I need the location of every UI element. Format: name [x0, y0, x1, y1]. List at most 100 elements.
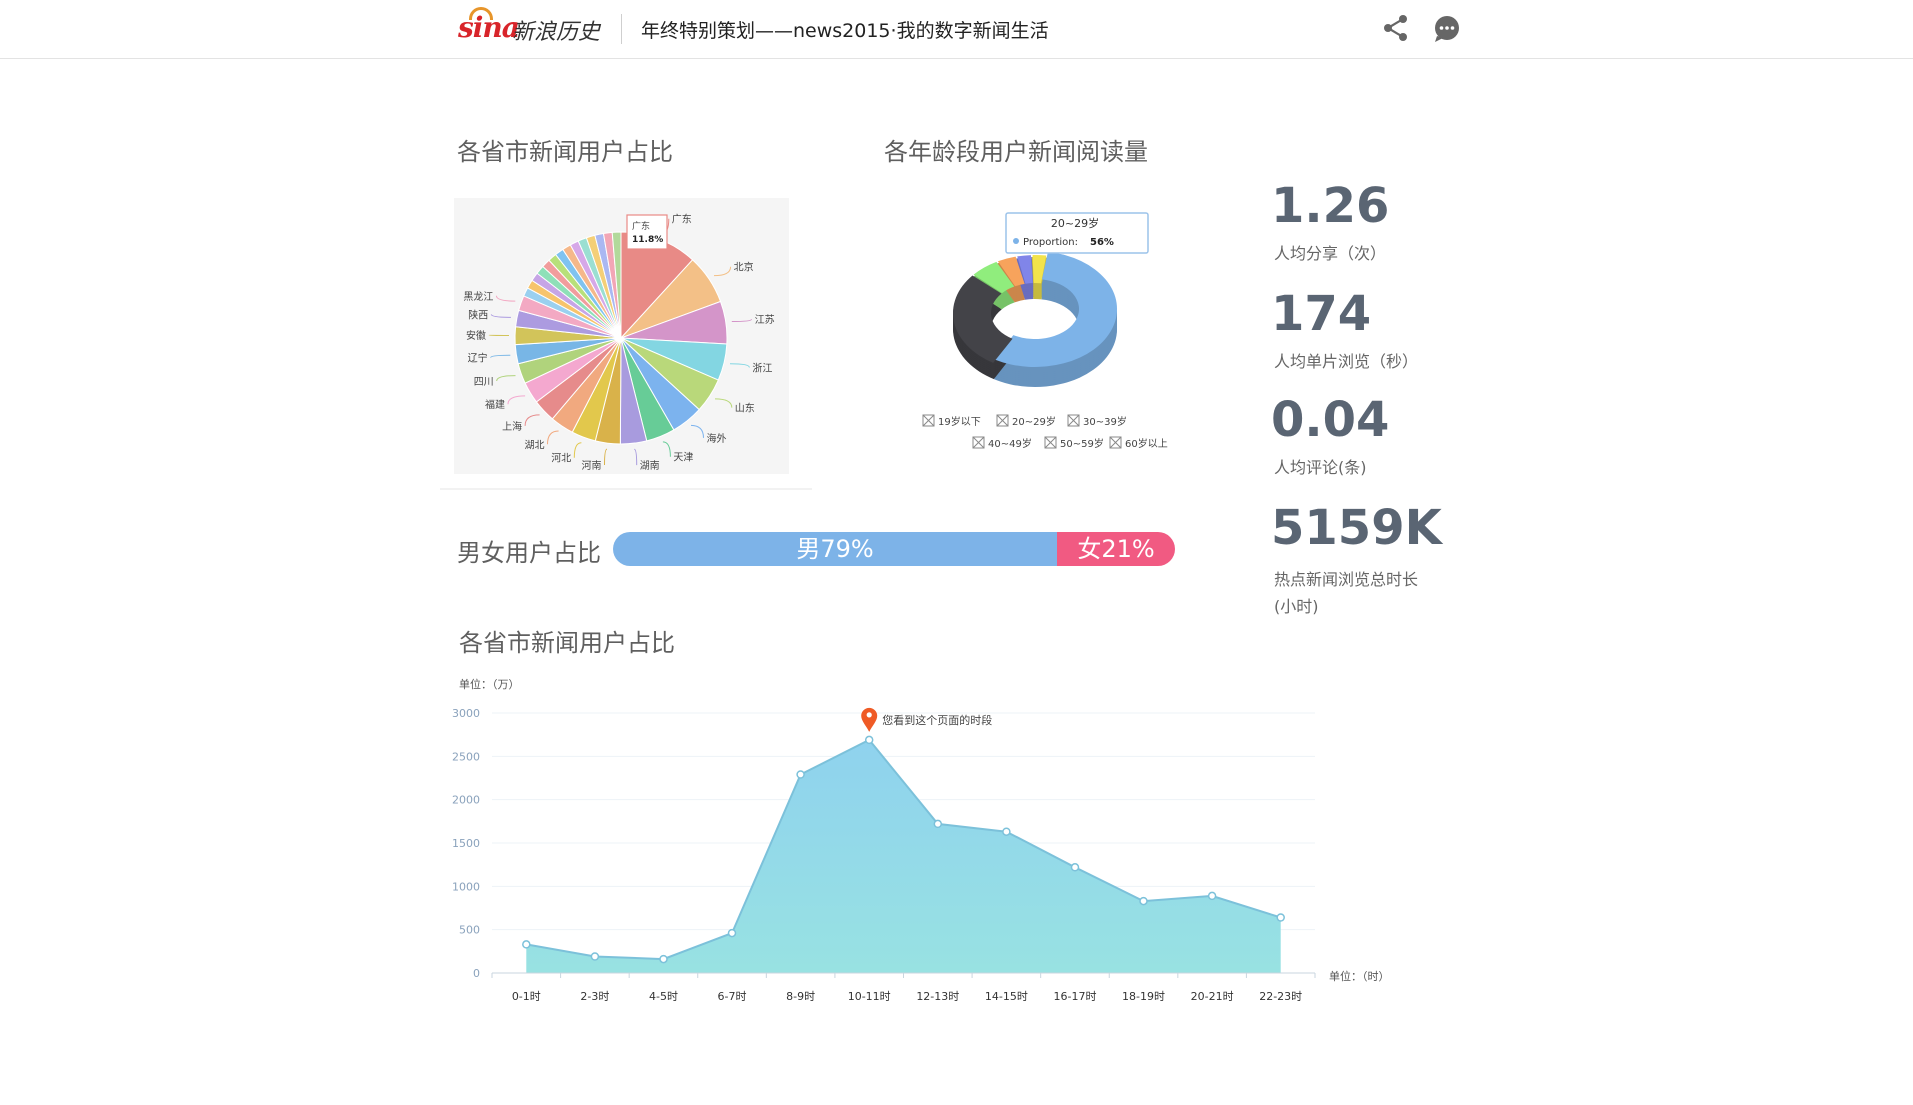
age-donut-title: 各年龄段用户新闻阅读量 [884, 138, 1148, 166]
pie-tooltip-name: 广东 [632, 220, 650, 232]
share-button[interactable] [1382, 14, 1410, 42]
donut-tooltip-series: Proportion: [1023, 237, 1078, 248]
pie-leader-line [507, 395, 526, 405]
province-pie-panel: 广东 北京 江苏 浙江 山东 海外 天津 湖南 河南 河北 湖北 上海 福建 四川 辽宁 安徽 陕西 黑龙江 广东 1… [454, 198, 789, 474]
data-point[interactable] [1139, 896, 1148, 906]
x-tick-label: 8-9时 [786, 990, 815, 1003]
pie-leader-line [496, 375, 516, 382]
data-point[interactable] [933, 819, 943, 829]
x-tick-label: 10-11时 [848, 990, 891, 1003]
y-tick-label: 2000 [452, 794, 480, 807]
donut-tooltip-value: 56% [1090, 237, 1114, 248]
x-tick-label: 14-15时 [985, 990, 1028, 1003]
x-tick-label: 0-1时 [512, 990, 541, 1003]
y-tick-label: 0 [473, 967, 480, 980]
hourly-area-chart: 0 500 1000 1500 2000 2500 3000 单位：（万） 0-1时 2-3时 4-… [452, 677, 1390, 1003]
x-axis-label: 单位：（时） [1329, 969, 1390, 983]
gender-female-segment: 女21% [1057, 532, 1175, 566]
pie-leader-line [729, 363, 750, 368]
x-tick-label: 6-7时 [718, 990, 747, 1003]
donut-legend-label[interactable]: 30~39岁 [1083, 415, 1127, 428]
pie-label: 福建 [485, 398, 505, 411]
hourly-title: 各省市新闻用户占比 [459, 629, 675, 657]
pie-label: 安徽 [466, 329, 486, 342]
x-tick-label: 4-5时 [649, 990, 678, 1003]
pie-label: 江苏 [755, 313, 775, 326]
pie-leader-line [690, 424, 704, 438]
pie-leader-line [490, 314, 511, 318]
top-bar: sina 新浪历史 年终特别策划——news2015·我的数字新闻生活 [0, 0, 1913, 59]
data-point[interactable] [590, 952, 600, 961]
sina-logo[interactable]: sina 新浪历史 [458, 7, 628, 48]
donut-legend-label[interactable]: 50~59岁 [1060, 437, 1104, 450]
pie-label: 湖北 [525, 439, 545, 451]
data-point[interactable] [1207, 891, 1217, 901]
stat-share-value: 1.26 [1271, 178, 1390, 234]
pie-leader-line [604, 448, 608, 466]
stat-duration-value: 5159K [1271, 500, 1442, 556]
gender-bar: 男79% 女21% [613, 532, 1175, 566]
donut-tooltip: 20~29岁 Proportion: 56% [1005, 212, 1149, 254]
pie-tooltip-value: 11.8% [632, 235, 663, 245]
data-point[interactable] [864, 735, 874, 745]
y-tick-label: 2500 [452, 750, 480, 763]
data-point[interactable] [1070, 863, 1080, 872]
pie-leader-line [490, 354, 511, 358]
pie-label: 河南 [582, 459, 602, 472]
logo-mark: sina [458, 11, 520, 44]
pie-label: 海外 [707, 432, 727, 445]
logo-text: 新浪历史 [512, 20, 601, 45]
data-point[interactable] [522, 940, 531, 949]
pie-label: 浙江 [752, 363, 772, 375]
header-divider [621, 14, 622, 44]
data-point[interactable] [1276, 913, 1285, 922]
pie-label: 山东 [735, 402, 755, 415]
comment-icon [1435, 16, 1459, 42]
share-icon [1384, 15, 1407, 41]
donut-legend-label[interactable]: 20~29岁 [1012, 415, 1056, 428]
data-point[interactable] [727, 928, 737, 938]
pie-label: 上海 [502, 420, 522, 433]
pie-label: 辽宁 [468, 352, 488, 365]
donut-legend-label[interactable]: 40~49岁 [988, 437, 1032, 450]
pie-tooltip: 广东 11.8% [626, 214, 668, 250]
pie-leader-line [731, 318, 753, 322]
pie-leader-line [714, 398, 733, 408]
pie-label: 四川 [474, 377, 494, 388]
age-donut-chart: 20~29岁 Proportion: 56% 19岁以下 20~29岁 30~39岁 40… [922, 212, 1168, 450]
province-pie-chart: 广东北京江苏浙江山东海外天津湖南 河南河北湖北上海 福建 四川 辽宁 安徽 陕西 黑龙江 广东 1… [463, 213, 775, 472]
stat-view-value: 174 [1271, 286, 1372, 342]
pie-leader-line [713, 266, 732, 277]
location-pin-icon [861, 707, 878, 732]
pie-leader-line [573, 442, 582, 458]
x-tick-label: 16-17时 [1054, 990, 1097, 1003]
stat-comment-value: 0.04 [1271, 392, 1390, 448]
comment-button[interactable] [1432, 14, 1462, 44]
stat-duration-label: 热点新闻浏览总时长 [1274, 570, 1419, 589]
gender-title: 男女用户占比 [457, 539, 601, 567]
y-tick-label: 3000 [452, 707, 480, 720]
stat-duration-unit: (小时) [1274, 597, 1319, 616]
pie-label: 陕西 [468, 308, 488, 321]
x-tick-label: 20-21时 [1191, 990, 1234, 1003]
data-point[interactable] [796, 770, 805, 779]
pie-label: 广东 [672, 213, 692, 226]
donut-legend-label[interactable]: 60岁以上 [1125, 437, 1168, 450]
y-axis-label: 单位：（万） [459, 677, 520, 691]
pie-leader-line [634, 448, 638, 466]
pie-panel-shadow [440, 488, 812, 490]
pie-leader-line [524, 414, 540, 426]
data-point[interactable] [1002, 827, 1011, 836]
donut-legend-label[interactable]: 19岁以下 [938, 415, 981, 428]
pie-label: 北京 [734, 261, 754, 274]
donut-tooltip-name: 20~29岁 [1051, 216, 1099, 230]
x-tick-label: 18-19时 [1122, 990, 1165, 1003]
pie-leader-line [495, 295, 516, 302]
province-pie-title: 各省市新闻用户占比 [457, 138, 673, 166]
pie-leader-line [547, 430, 559, 445]
data-point[interactable] [659, 954, 668, 964]
y-tick-label: 1000 [452, 880, 480, 893]
stat-share-label: 人均分享（次） [1274, 244, 1387, 263]
stat-comment-label: 人均评论(条) [1274, 458, 1367, 477]
x-tick-label: 12-13时 [916, 990, 959, 1003]
